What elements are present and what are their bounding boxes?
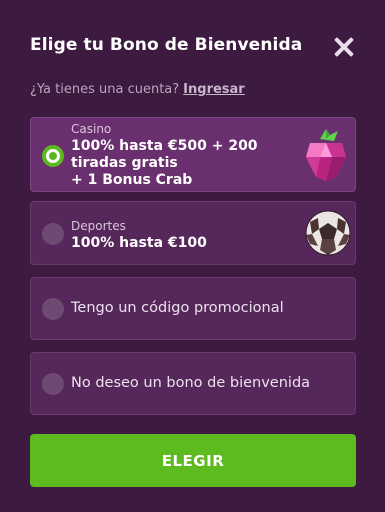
option-label-no-bonus: No deseo un bono de bienvenida	[71, 375, 311, 391]
account-prompt: ¿Ya tienes una cuenta? Ingresar	[30, 82, 245, 97]
option-offer-sports: 100% hasta €100	[71, 235, 207, 251]
bonus-option-no-bonus[interactable]: No deseo un bono de bienvenida	[30, 352, 356, 415]
option-category-sports: Deportes	[71, 219, 126, 233]
radio-sports[interactable]	[42, 223, 64, 245]
option-offer-line3: + 1 Bonus Crab	[71, 172, 193, 188]
gem-raspberry-icon	[304, 127, 348, 183]
choose-button[interactable]: ELEGIR	[30, 434, 356, 487]
bonus-option-promo-code[interactable]: Tengo un código promocional	[30, 277, 356, 340]
radio-promo-code[interactable]	[42, 298, 64, 320]
bonus-option-casino[interactable]: Casino 100% hasta €500 + 200 tiradas gra…	[30, 117, 356, 192]
soccer-ball-icon	[304, 208, 352, 258]
welcome-bonus-modal: Elige tu Bono de Bienvenida ¿Ya tienes u…	[0, 0, 385, 512]
radio-casino[interactable]	[42, 145, 64, 167]
option-offer-line2: tiradas gratis	[71, 155, 178, 171]
bonus-option-sports[interactable]: Deportes 100% hasta €100	[30, 201, 356, 265]
account-question: ¿Ya tienes una cuenta?	[30, 82, 180, 97]
option-category-casino: Casino	[71, 122, 112, 136]
option-label-promo-code: Tengo un código promocional	[71, 300, 284, 316]
modal-title: Elige tu Bono de Bienvenida	[30, 35, 303, 55]
radio-no-bonus[interactable]	[42, 373, 64, 395]
login-link[interactable]: Ingresar	[183, 82, 245, 97]
close-icon[interactable]	[333, 36, 355, 58]
option-offer-line1: 100% hasta €500 + 200	[71, 138, 258, 154]
